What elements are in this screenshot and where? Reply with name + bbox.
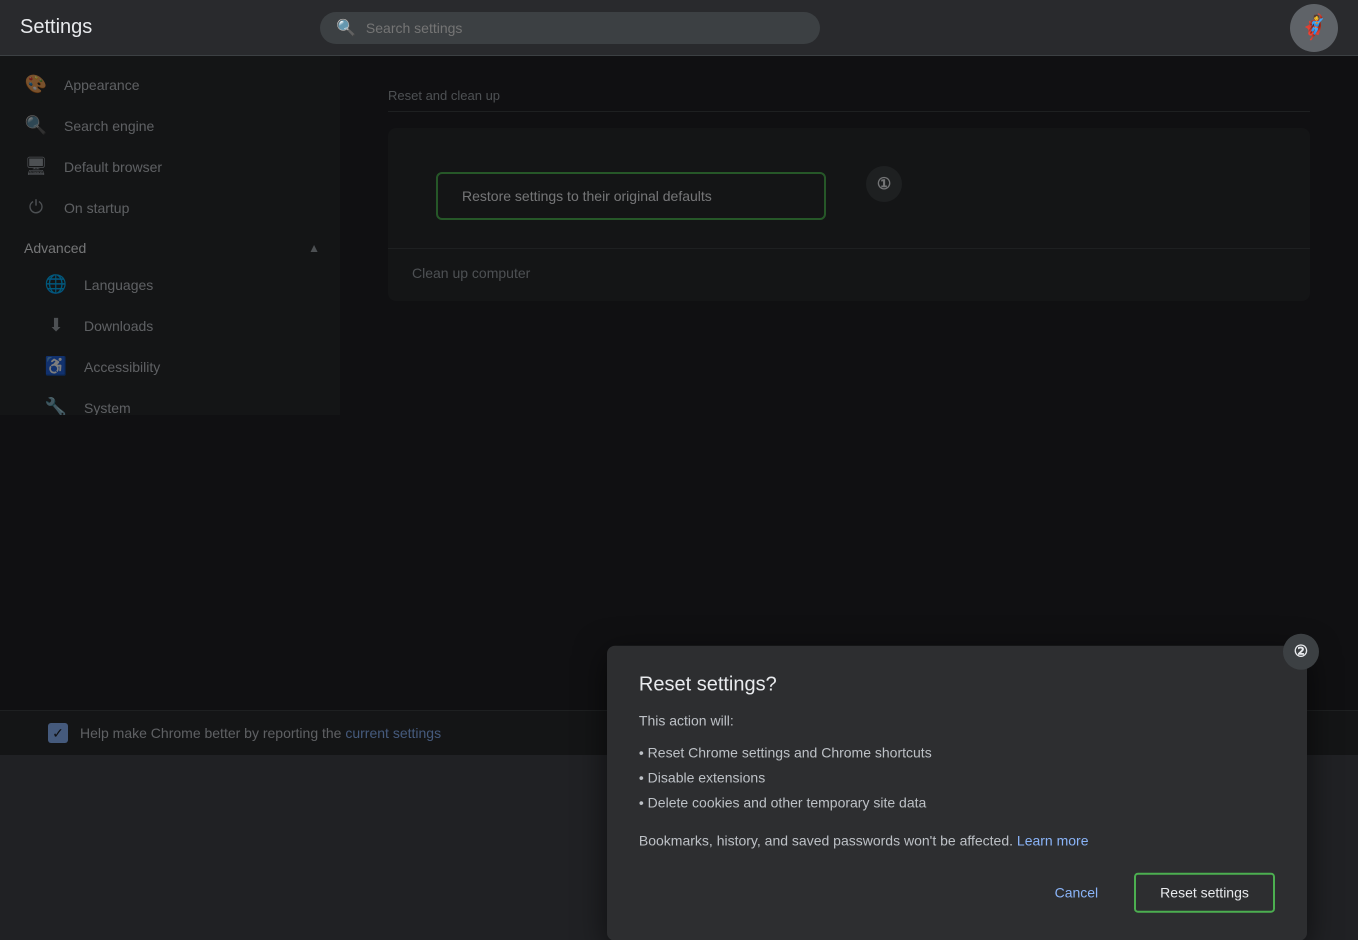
search-bar[interactable]: 🔍 bbox=[320, 12, 820, 44]
badge-2: ② bbox=[1283, 634, 1319, 670]
list-item: • Reset Chrome settings and Chrome short… bbox=[639, 741, 1275, 766]
reset-settings-button[interactable]: Reset settings bbox=[1134, 872, 1275, 912]
list-item: • Disable extensions bbox=[639, 766, 1275, 791]
dialog-title: Reset settings? bbox=[639, 674, 1275, 697]
search-icon: 🔍 bbox=[336, 18, 356, 38]
header-right: 🦸 bbox=[1290, 4, 1338, 52]
app-title: Settings bbox=[20, 16, 260, 39]
dialog-body-label: This action will: bbox=[639, 713, 1275, 729]
reset-dialog: ② Reset settings? This action will: • Re… bbox=[607, 646, 1307, 940]
footer-static-text: Bookmarks, history, and saved passwords … bbox=[639, 832, 1013, 848]
header: Settings 🔍 🦸 bbox=[0, 0, 1358, 56]
avatar: 🦸 bbox=[1290, 4, 1338, 52]
learn-more-link[interactable]: Learn more bbox=[1017, 832, 1089, 848]
dialog-actions: Cancel Reset settings bbox=[639, 872, 1275, 912]
dialog-footer-text: Bookmarks, history, and saved passwords … bbox=[639, 832, 1275, 848]
list-item: • Delete cookies and other temporary sit… bbox=[639, 791, 1275, 816]
dialog-list: • Reset Chrome settings and Chrome short… bbox=[639, 741, 1275, 817]
cancel-button[interactable]: Cancel bbox=[1031, 872, 1123, 912]
search-input[interactable] bbox=[366, 20, 804, 36]
